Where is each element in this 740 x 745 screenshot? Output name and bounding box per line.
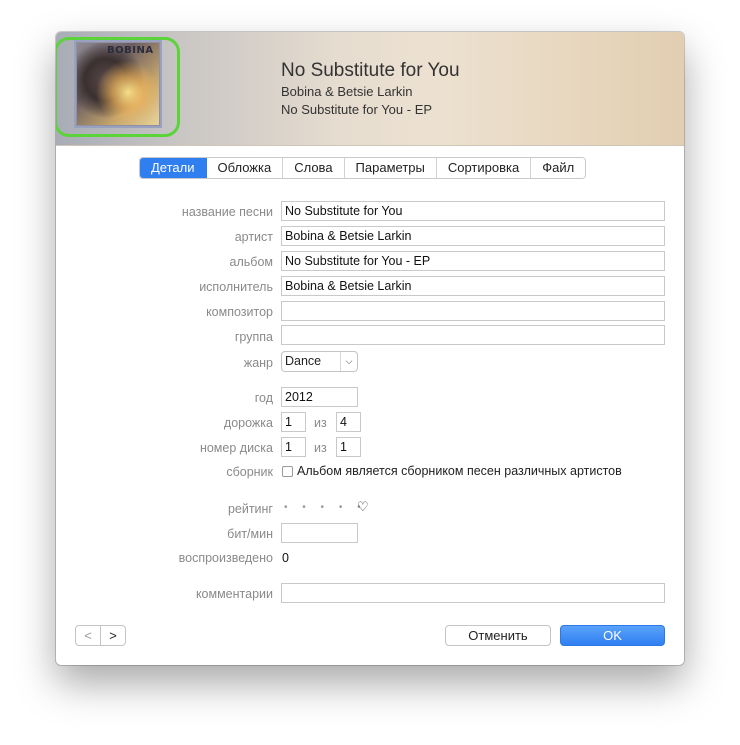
play-count-label: воспроизведено [178, 551, 273, 565]
song-name-field[interactable]: No Substitute for You [281, 201, 665, 221]
ok-button[interactable]: OK [560, 625, 665, 646]
track-label: дорожка [223, 416, 273, 430]
year-label: год [254, 391, 273, 405]
compilation-text[interactable]: Альбом является сборником песен различны… [297, 464, 622, 478]
chevron-down-icon: ⌵ [340, 352, 357, 371]
header-title: No Substitute for You [281, 60, 460, 81]
album-artist-field[interactable]: Bobina & Betsie Larkin [281, 276, 665, 296]
previous-track-button[interactable]: < [76, 626, 100, 645]
track-number-field[interactable]: 1 [281, 412, 306, 432]
bpm-label: бит/мин [227, 527, 273, 541]
disc-of-label: из [314, 441, 327, 455]
track-navigation: < > [75, 625, 126, 646]
artist-field[interactable]: Bobina & Betsie Larkin [281, 226, 665, 246]
disc-label: номер диска [199, 441, 273, 455]
tab-sorting[interactable]: Сортировка [436, 158, 532, 178]
disc-total-field[interactable]: 1 [336, 437, 361, 457]
track-info-window: BOBINA No Substitute for You Bobina & Be… [56, 32, 684, 665]
track-of-label: из [314, 416, 327, 430]
bpm-field[interactable] [281, 523, 358, 543]
album-artist-label: исполнитель [199, 280, 273, 294]
cancel-button[interactable]: Отменить [445, 625, 551, 646]
artwork-highlight [56, 37, 180, 137]
composer-label: композитор [206, 305, 273, 319]
disc-number-field[interactable]: 1 [281, 437, 306, 457]
group-label: группа [234, 330, 273, 344]
comments-field[interactable] [281, 583, 665, 603]
artist-label: артист [234, 230, 273, 244]
genre-label: жанр [243, 356, 273, 370]
genre-select[interactable]: Dance ⌵ [281, 351, 358, 372]
rating-label: рейтинг [227, 502, 273, 516]
track-total-field[interactable]: 4 [336, 412, 361, 432]
genre-value: Dance [285, 354, 322, 368]
album-field[interactable]: No Substitute for You - EP [281, 251, 665, 271]
composer-field[interactable] [281, 301, 665, 321]
heart-icon[interactable]: ♡ [357, 499, 369, 515]
tab-options[interactable]: Параметры [344, 158, 437, 178]
comments-label: комментарии [195, 587, 273, 601]
tab-artwork[interactable]: Обложка [206, 158, 284, 178]
tab-bar: Детали Обложка Слова Параметры Сортировк… [139, 157, 587, 179]
header-album: No Substitute for You - EP [281, 102, 433, 117]
album-label: альбом [229, 255, 273, 269]
header: BOBINA No Substitute for You Bobina & Be… [56, 32, 684, 146]
tab-details[interactable]: Детали [140, 158, 207, 178]
year-field[interactable]: 2012 [281, 387, 358, 407]
rating-stars[interactable]: • • • • • [284, 502, 367, 513]
group-field[interactable] [281, 325, 665, 345]
compilation-label: сборник [226, 465, 273, 479]
tab-lyrics[interactable]: Слова [283, 158, 345, 178]
compilation-checkbox[interactable] [282, 466, 293, 477]
song-name-label: название песни [181, 205, 273, 219]
header-artist: Bobina & Betsie Larkin [281, 84, 413, 99]
tab-file[interactable]: Файл [531, 158, 586, 178]
next-track-button[interactable]: > [100, 626, 125, 645]
play-count-value: 0 [282, 551, 289, 565]
